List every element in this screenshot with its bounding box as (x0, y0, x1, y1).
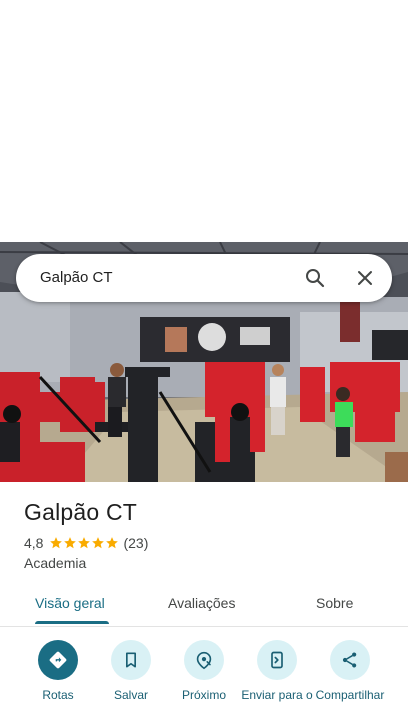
save-button-circle[interactable] (111, 640, 151, 680)
directions-button[interactable]: Rotas (18, 640, 98, 702)
directions-label: Rotas (42, 688, 74, 702)
nearby-button[interactable]: Próximo (164, 640, 244, 702)
save-button[interactable]: Salvar (91, 640, 171, 702)
star-icon (64, 537, 77, 549)
search-input[interactable]: Galpão CT (40, 269, 113, 286)
nearby-label: Próximo (181, 688, 226, 702)
share-icon (342, 652, 357, 668)
rating-row[interactable]: 4,8 (23) (24, 535, 148, 551)
star-icon (106, 537, 119, 549)
share-button-circle[interactable] (330, 640, 370, 680)
send-to-phone-button[interactable]: Enviar para o (237, 640, 317, 702)
search-icon[interactable] (303, 266, 327, 290)
nearby-icon (196, 651, 212, 670)
bookmark-icon (126, 652, 136, 668)
tabs-divider (0, 626, 408, 627)
send-to-phone-label: Enviar para o (241, 688, 313, 702)
send-to-phone-button-circle[interactable] (257, 640, 297, 680)
tab-reviews[interactable]: Avaliações (168, 595, 235, 611)
rating-value: 4,8 (24, 535, 44, 551)
close-icon[interactable] (353, 266, 377, 290)
share-label: Compartilhar (315, 688, 385, 702)
star-icon (92, 537, 105, 549)
place-title: Galpão CT (24, 499, 138, 525)
nearby-button-circle[interactable] (184, 640, 224, 680)
tab-about[interactable]: Sobre (316, 595, 353, 611)
place-category: Academia (24, 555, 87, 571)
send-to-phone-icon (271, 651, 283, 669)
save-label: Salvar (113, 688, 148, 702)
share-button[interactable]: Compartilhar (310, 640, 390, 702)
rating-stars (49, 536, 119, 550)
star-icon (78, 537, 91, 549)
directions-icon (49, 651, 67, 669)
search-bar[interactable]: Galpão CT (16, 254, 392, 302)
tab-overview[interactable]: Visão geral (35, 595, 105, 611)
active-tab-indicator (35, 621, 109, 624)
tab-bar: Visão geral Avaliações Sobre (0, 590, 408, 626)
review-count: (23) (123, 535, 149, 551)
directions-button-circle[interactable] (38, 640, 78, 680)
star-icon (50, 537, 63, 549)
